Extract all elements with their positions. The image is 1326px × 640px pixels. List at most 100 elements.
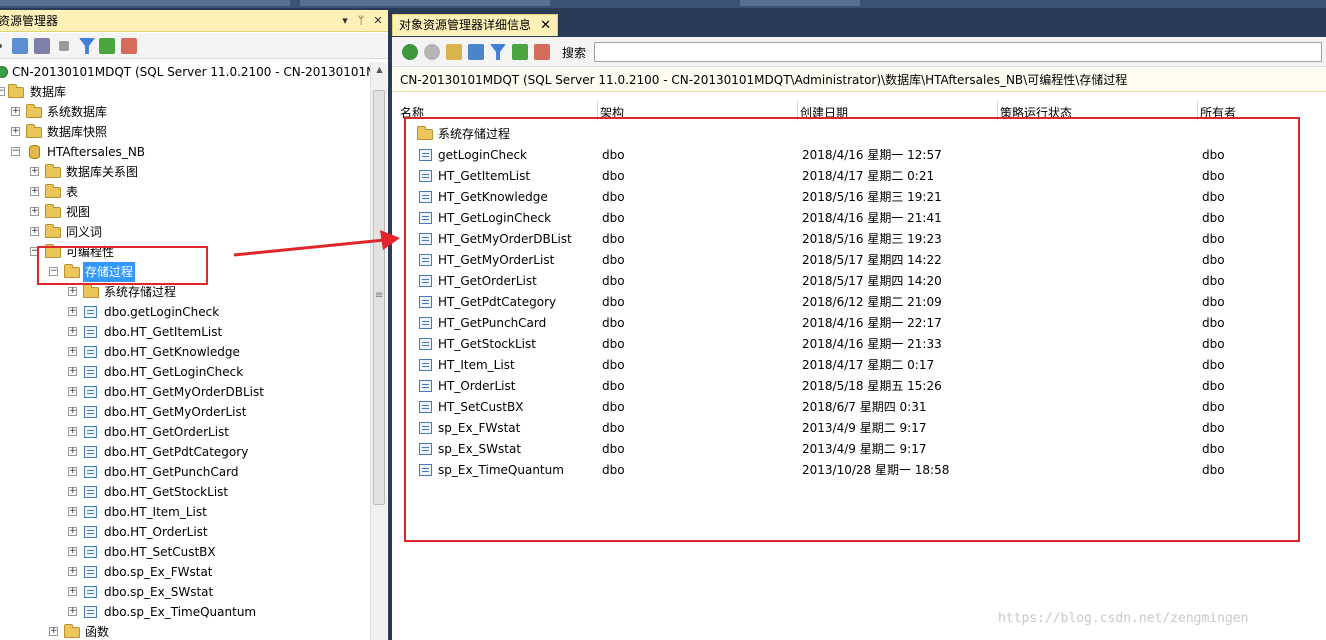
stored-procedure-icon [84,546,97,558]
expand-icon[interactable]: + [68,487,77,496]
collapse-icon[interactable]: − [30,247,39,256]
table-row[interactable]: getLoginCheck dbo 2018/4/16 星期一 12:57 dbo [392,145,1326,166]
expand-icon[interactable]: + [68,447,77,456]
row-name: HT_GetMyOrderDBList [438,232,572,246]
refresh-icon[interactable] [512,44,528,60]
table-row[interactable]: HT_GetStockList dbo 2018/4/16 星期一 21:33 dbo [392,334,1326,355]
column-header-owner[interactable]: 所有者 [1200,104,1236,121]
object-explorer-icon[interactable] [121,38,137,54]
folder-icon [417,126,433,140]
database-icon [29,145,40,159]
filter-icon[interactable] [490,44,506,60]
title-strip-segment [740,0,860,6]
stop-icon[interactable] [59,41,69,51]
stored-procedure-icon [84,406,97,418]
expand-icon[interactable]: + [68,327,77,336]
expand-icon[interactable]: + [68,307,77,316]
refresh-icon[interactable] [99,38,115,54]
table-row[interactable]: HT_GetItemList dbo 2018/4/17 星期二 0:21 dbo [392,166,1326,187]
row-schema: dbo [602,316,625,330]
expand-icon[interactable]: + [11,127,20,136]
expand-icon[interactable]: + [68,587,77,596]
column-divider[interactable] [997,101,998,121]
table-row[interactable]: HT_GetOrderList dbo 2018/5/17 星期四 14:20 dbo [392,271,1326,292]
table-row[interactable]: HT_GetMyOrderList dbo 2018/5/17 星期四 14:22 d… [392,250,1326,271]
disconnect-icon[interactable] [34,38,50,54]
expand-icon[interactable]: + [68,607,77,616]
row-owner: dbo [1202,211,1225,225]
table-row[interactable]: sp_Ex_TimeQuantum dbo 2013/10/28 星期一 18:58… [392,460,1326,481]
tree-node-label: 系统存储过程 [104,285,177,299]
forward-icon[interactable] [424,44,440,60]
column-header-schema[interactable]: 架构 [600,104,624,121]
tree-node-label: HTAftersales_NB [47,145,146,159]
object-explorer-panel: 资源管理器 ▾ ᛘ ✕ CN-20130101MDQT (SQL Server … [0,10,388,640]
row-created: 2018/6/7 星期四 0:31 [802,400,927,414]
table-row[interactable]: HT_Item_List dbo 2018/4/17 星期二 0:17 dbo [392,355,1326,376]
column-header-policy-health[interactable]: 策略运行状态 [1000,104,1072,121]
table-row[interactable]: HT_GetPunchCard dbo 2018/4/16 星期一 22:17 dbo [392,313,1326,334]
window-position-dropdown[interactable]: ▾ [338,10,352,32]
expand-icon[interactable]: + [30,227,39,236]
back-icon[interactable] [402,44,418,60]
expand-icon[interactable]: + [30,167,39,176]
expand-icon[interactable]: + [68,287,77,296]
expand-icon[interactable]: + [68,407,77,416]
sync-icon[interactable] [468,44,484,60]
folder-icon [45,184,61,198]
tree-node-label: dbo.HT_SetCustBX [104,545,216,559]
table-row[interactable]: sp_Ex_FWstat dbo 2013/4/9 星期二 9:17 dbo [392,418,1326,439]
expand-icon[interactable]: + [68,547,77,556]
table-row[interactable]: HT_GetMyOrderDBList dbo 2018/5/16 星期三 19:2… [392,229,1326,250]
expand-icon[interactable]: + [30,207,39,216]
table-row[interactable]: HT_SetCustBX dbo 2018/6/7 星期四 0:31 dbo [392,397,1326,418]
expand-icon[interactable]: + [11,107,20,116]
column-header-created[interactable]: 创建日期 [800,104,848,121]
search-input[interactable] [594,42,1322,62]
scroll-up-arrow-icon[interactable]: ▲ [371,62,388,78]
column-divider[interactable] [797,101,798,121]
row-owner: dbo [1202,232,1225,246]
table-row[interactable]: sp_Ex_SWstat dbo 2013/4/9 星期二 9:17 dbo [392,439,1326,460]
table-row[interactable]: HT_GetKnowledge dbo 2018/5/16 星期三 19:21 dbo [392,187,1326,208]
close-tab-icon[interactable]: ✕ [540,15,551,36]
expand-icon[interactable]: + [68,507,77,516]
column-divider[interactable] [597,101,598,121]
expand-icon[interactable]: + [68,347,77,356]
expand-icon[interactable]: + [30,187,39,196]
folder-icon [45,164,61,178]
expand-icon[interactable]: + [68,367,77,376]
stored-procedure-icon [419,401,432,413]
expand-icon[interactable]: + [68,467,77,476]
table-row[interactable]: HT_GetPdtCategory dbo 2018/6/12 星期二 21:09 d… [392,292,1326,313]
tree-node-label: 系统数据库 [47,105,108,119]
expand-icon[interactable]: + [68,387,77,396]
expand-icon[interactable]: + [49,627,58,636]
tree-vertical-scrollbar[interactable]: ▲ ≡ [370,62,387,640]
stored-procedure-icon [84,386,97,398]
list-item-folder[interactable]: 系统存储过程 [392,124,1326,145]
expand-icon[interactable]: + [68,527,77,536]
script-icon[interactable] [534,44,550,60]
table-row[interactable]: HT_GetLoginCheck dbo 2018/4/16 星期一 21:41 db… [392,208,1326,229]
tab-object-explorer-details[interactable]: 对象资源管理器详细信息 ✕ [392,14,558,36]
row-owner: dbo [1202,148,1225,162]
collapse-icon[interactable]: − [49,267,58,276]
collapse-icon[interactable]: − [0,87,5,96]
close-panel-button[interactable]: ✕ [371,10,385,32]
up-folder-icon[interactable] [446,44,462,60]
collapse-icon[interactable]: − [11,147,20,156]
expand-icon[interactable]: + [68,567,77,576]
row-owner: dbo [1202,337,1225,351]
column-divider[interactable] [1197,101,1198,121]
connect-dropdown-icon[interactable] [0,44,2,48]
connect-icon[interactable] [12,38,28,54]
folder-icon [83,284,99,298]
stored-procedure-icon [84,606,97,618]
filter-icon[interactable] [79,38,95,54]
expand-icon[interactable]: + [68,427,77,436]
table-row[interactable]: HT_OrderList dbo 2018/5/18 星期五 15:26 dbo [392,376,1326,397]
column-header-name[interactable]: 名称 [400,104,424,121]
details-pane: 搜索 CN-20130101MDQT (SQL Server 11.0.2100… [392,37,1326,640]
auto-hide-pin-icon[interactable]: ᛘ [354,10,368,32]
